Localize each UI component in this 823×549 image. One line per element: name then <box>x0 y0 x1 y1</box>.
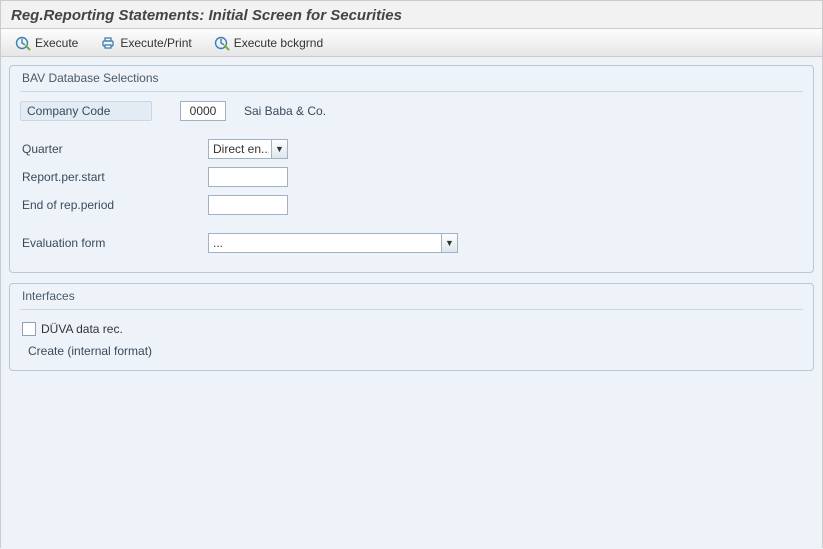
company-code-input[interactable] <box>180 101 226 121</box>
execute-bckgrnd-button[interactable]: Execute bckgrnd <box>210 33 327 53</box>
toolbar: Execute Execute/Print Execute bckgrnd <box>1 29 822 57</box>
company-code-label: Company Code <box>20 101 152 121</box>
execute-print-label: Execute/Print <box>120 36 191 50</box>
page-title: Reg.Reporting Statements: Initial Screen… <box>1 1 822 29</box>
printer-icon <box>100 35 116 51</box>
execute-print-button[interactable]: Execute/Print <box>96 33 195 53</box>
report-end-label: End of rep.period <box>20 198 180 212</box>
bav-selections-group: BAV Database Selections Company Code Sai… <box>9 65 814 273</box>
quarter-label: Quarter <box>20 142 180 156</box>
create-internal-label: Create (internal format) <box>20 344 803 358</box>
report-end-input[interactable] <box>208 195 288 215</box>
execute-label: Execute <box>35 36 78 50</box>
execute-bckgrnd-label: Execute bckgrnd <box>234 36 323 50</box>
clock-execute-icon <box>15 35 31 51</box>
main-area: BAV Database Selections Company Code Sai… <box>1 57 822 549</box>
dropdown-arrow-icon[interactable]: ▼ <box>441 234 457 252</box>
bav-group-title: BAV Database Selections <box>20 66 803 92</box>
report-start-input[interactable] <box>208 167 288 187</box>
evaluation-form-label: Evaluation form <box>20 236 180 250</box>
interfaces-group-title: Interfaces <box>20 284 803 310</box>
duva-label: DÜVA data rec. <box>41 322 123 336</box>
company-code-text: Sai Baba & Co. <box>244 104 326 118</box>
interfaces-group: Interfaces DÜVA data rec. Create (intern… <box>9 283 814 371</box>
execute-button[interactable]: Execute <box>11 33 82 53</box>
report-start-label: Report.per.start <box>20 170 180 184</box>
duva-checkbox[interactable] <box>22 322 36 336</box>
clock-bckgrnd-icon <box>214 35 230 51</box>
evaluation-form-select[interactable] <box>208 233 458 253</box>
dropdown-arrow-icon[interactable]: ▼ <box>271 140 287 158</box>
